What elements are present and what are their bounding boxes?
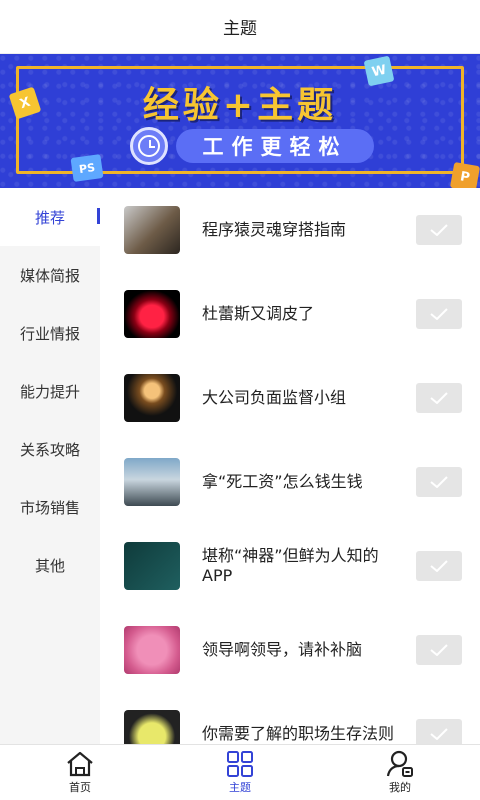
- list-item[interactable]: 大公司负面监督小组: [100, 356, 480, 440]
- sidebar-item-label: 推荐: [34, 208, 65, 227]
- topic-title: 领导啊领导，请补补脑: [202, 640, 363, 659]
- clock-icon: [130, 127, 168, 165]
- sidebar-item-other[interactable]: 其他: [0, 536, 100, 594]
- topic-thumbnail: [124, 374, 180, 422]
- topic-thumbnail: [124, 458, 180, 506]
- topic-title: 堪称“神器”但鲜为人知的APP: [202, 546, 379, 585]
- sidebar-item-label: 媒体简报: [19, 266, 80, 285]
- top-bar: 主题: [0, 0, 480, 54]
- sidebar-item-recommended[interactable]: 推荐: [0, 188, 100, 246]
- active-indicator: [97, 208, 100, 224]
- banner-headline: 经验+主题: [142, 85, 338, 126]
- topic-thumbnail: [124, 710, 180, 744]
- list-item[interactable]: 领导啊领导，请补补脑: [100, 608, 480, 692]
- topic-list: 程序猿灵魂穿搭指南 杜蕾斯又调皮了 大公司负面监督小组 拿“死工资”怎么钱生钱 …: [100, 188, 480, 744]
- category-sidebar: 推荐 媒体简报 行业情报 能力提升 关系攻略 市场销售 其他: [0, 188, 100, 744]
- sidebar-item-label: 关系攻略: [19, 440, 80, 459]
- tab-home[interactable]: 首页: [0, 745, 160, 800]
- sidebar-item-relationships[interactable]: 关系攻略: [0, 420, 100, 478]
- checkmark-icon: [430, 644, 448, 656]
- topic-thumbnail: [124, 290, 180, 338]
- banner-subline: 工作更轻松: [176, 129, 374, 163]
- powerpoint-tile-icon: P: [449, 161, 480, 188]
- checkmark-icon: [430, 308, 448, 320]
- sidebar-item-label: 市场销售: [19, 498, 80, 517]
- subscribe-check-button[interactable]: [416, 635, 462, 665]
- tab-label: 首页: [69, 781, 91, 794]
- sidebar-item-industry-intel[interactable]: 行业情报: [0, 304, 100, 362]
- subscribe-check-button[interactable]: [416, 551, 462, 581]
- topic-title: 大公司负面监督小组: [202, 388, 347, 407]
- sidebar-item-label: 行业情报: [19, 324, 80, 343]
- topic-title: 你需要了解的职场生存法则: [202, 724, 395, 743]
- app-screen: 主题 X W P 经验+主题 工作更轻松 PS 推荐 媒体简报 行业情报 能力提…: [0, 0, 480, 800]
- topic-title: 拿“死工资”怎么钱生钱: [202, 472, 363, 491]
- tab-label: 主题: [229, 781, 251, 794]
- checkmark-icon: [430, 560, 448, 572]
- topic-title: 杜蕾斯又调皮了: [202, 304, 315, 323]
- subscribe-check-button[interactable]: [416, 215, 462, 245]
- topic-title: 程序猿灵魂穿搭指南: [202, 220, 347, 239]
- list-item[interactable]: 程序猿灵魂穿搭指南: [100, 188, 480, 272]
- subscribe-check-button[interactable]: [416, 299, 462, 329]
- page-title: 主题: [223, 19, 257, 39]
- sidebar-item-skill-up[interactable]: 能力提升: [0, 362, 100, 420]
- subscribe-check-button[interactable]: [416, 467, 462, 497]
- tab-profile[interactable]: 我的: [320, 745, 480, 800]
- topic-thumbnail: [124, 206, 180, 254]
- list-item[interactable]: 杜蕾斯又调皮了: [100, 272, 480, 356]
- checkmark-icon: [430, 476, 448, 488]
- tab-topics[interactable]: 主题: [160, 745, 320, 800]
- list-item[interactable]: 堪称“神器”但鲜为人知的APP: [100, 524, 480, 608]
- home-icon: [67, 751, 93, 777]
- user-icon: [386, 750, 413, 777]
- sidebar-item-label: 能力提升: [19, 382, 80, 401]
- checkmark-icon: [430, 224, 448, 236]
- topic-thumbnail: [124, 542, 180, 590]
- list-item[interactable]: 你需要了解的职场生存法则: [100, 692, 480, 744]
- content-area: 推荐 媒体简报 行业情报 能力提升 关系攻略 市场销售 其他 程序猿灵魂穿搭指南…: [0, 188, 480, 744]
- checkmark-icon: [430, 392, 448, 404]
- topic-thumbnail: [124, 626, 180, 674]
- subscribe-check-button[interactable]: [416, 383, 462, 413]
- bottom-tab-bar: 首页 主题 我的: [0, 744, 480, 800]
- sidebar-item-label: 其他: [34, 556, 65, 575]
- photoshop-tile-icon: PS: [70, 154, 104, 182]
- subscribe-check-button[interactable]: [416, 719, 462, 744]
- sidebar-item-marketing-sales[interactable]: 市场销售: [0, 478, 100, 536]
- sidebar-item-media-brief[interactable]: 媒体简报: [0, 246, 100, 304]
- checkmark-icon: [430, 728, 448, 740]
- list-item[interactable]: 拿“死工资”怎么钱生钱: [100, 440, 480, 524]
- tab-label: 我的: [389, 781, 411, 794]
- grid-icon: [227, 751, 253, 777]
